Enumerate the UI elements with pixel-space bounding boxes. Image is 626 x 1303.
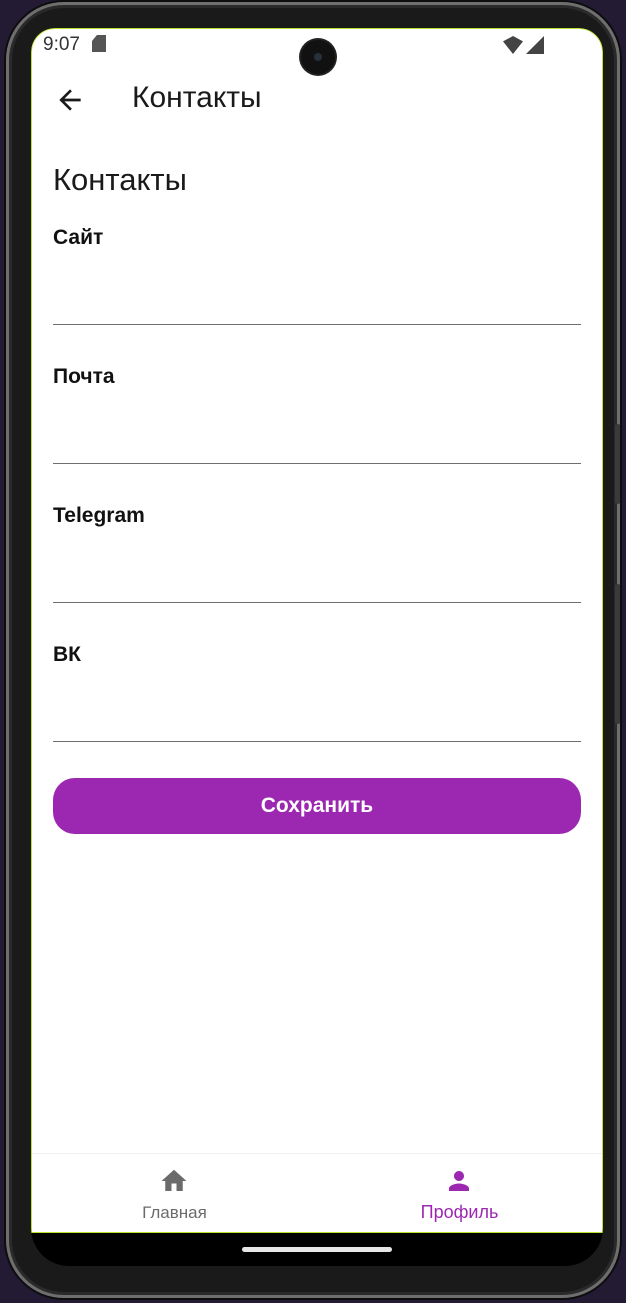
volume-button	[615, 584, 620, 724]
status-time: 9:07	[43, 34, 80, 55]
email-input[interactable]	[53, 399, 581, 464]
section-title: Контакты	[53, 162, 187, 197]
nav-item-home[interactable]: Главная	[32, 1154, 317, 1232]
field-site-label: Сайт	[53, 226, 104, 249]
person-icon	[449, 1171, 469, 1191]
status-bar: 9:07	[32, 29, 602, 74]
arrow-left-icon[interactable]	[54, 84, 86, 116]
nav-label-profile: Профиль	[420, 1202, 499, 1222]
gesture-home-indicator[interactable]	[242, 1247, 392, 1252]
field-vk-label: ВК	[53, 643, 81, 666]
cell-signal-icon	[526, 36, 544, 54]
nav-label-home: Главная	[142, 1203, 207, 1222]
nav-item-profile[interactable]: Профиль	[317, 1154, 602, 1232]
bottom-navigation: Главная Профиль	[32, 1153, 602, 1232]
field-telegram-label: Telegram	[53, 504, 145, 527]
field-vk: ВК	[53, 643, 581, 753]
sd-card-icon	[92, 35, 106, 52]
site-input[interactable]	[53, 260, 581, 325]
page-title: Контакты	[132, 81, 262, 114]
phone-frame: 9:07 Контакты Контакты Сайт Почта Telegr…	[6, 2, 620, 1298]
save-button[interactable]: Сохранить	[53, 778, 581, 834]
home-icon	[161, 1169, 187, 1191]
phone-screen: 9:07 Контакты Контакты Сайт Почта Telegr…	[31, 28, 603, 1266]
power-button	[615, 424, 620, 504]
field-email-label: Почта	[53, 365, 115, 388]
field-email: Почта	[53, 365, 581, 475]
vk-input[interactable]	[53, 677, 581, 742]
app-window: 9:07 Контакты Контакты Сайт Почта Telegr…	[31, 28, 603, 1233]
telegram-input[interactable]	[53, 538, 581, 603]
wifi-icon	[503, 36, 523, 54]
top-app-bar: Контакты	[32, 69, 602, 131]
field-telegram: Telegram	[53, 504, 581, 614]
field-site: Сайт	[53, 226, 581, 336]
